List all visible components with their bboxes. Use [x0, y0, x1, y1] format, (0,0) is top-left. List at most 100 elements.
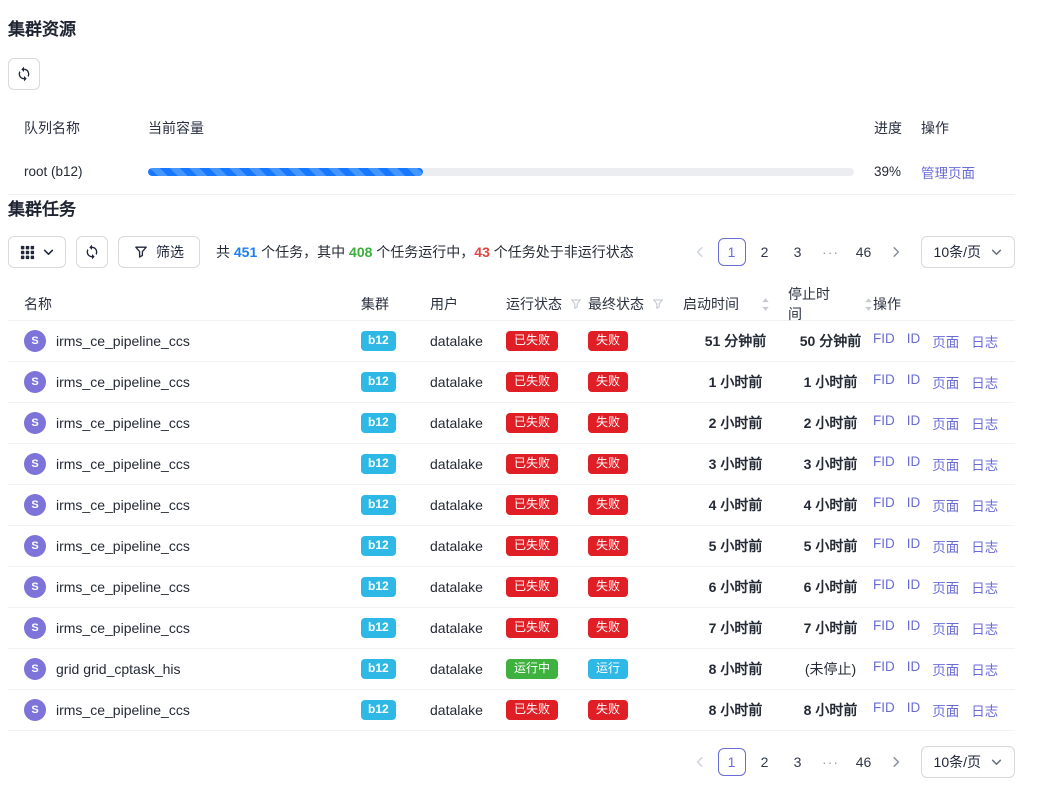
action-links: FID ID 页面日志 — [873, 331, 1015, 351]
action-link-0[interactable]: FID — [873, 495, 895, 515]
task-row: S irms_ce_pipeline_ccs b12 datalake 已失败 … — [8, 444, 1015, 485]
col-run-status: 运行状态 — [506, 294, 588, 314]
action-link-0[interactable]: FID — [873, 372, 895, 392]
run-status-badge: 已失败 — [506, 577, 558, 597]
action-link-3[interactable]: 日志 — [971, 372, 998, 392]
action-link-3[interactable]: 日志 — [971, 577, 998, 597]
action-link-0[interactable]: FID — [873, 331, 895, 351]
action-link-1[interactable]: ID — [907, 618, 921, 638]
resources-refresh-button[interactable] — [8, 58, 40, 90]
resources-table-header: 队列名称 当前容量 进度 操作 — [8, 107, 1015, 149]
pagination-page-2[interactable]: 2 — [751, 238, 779, 266]
start-time: 4 小时前 — [683, 495, 788, 515]
page-size-select-bottom[interactable]: 10条/页 — [921, 746, 1015, 778]
pagination-page-2[interactable]: 2 — [751, 748, 779, 776]
run-status-filter-icon[interactable] — [570, 298, 582, 310]
run-status-badge: 已失败 — [506, 618, 558, 638]
action-link-3[interactable]: 日志 — [971, 495, 998, 515]
final-status-filter-icon[interactable] — [652, 298, 664, 310]
action-link-1[interactable]: ID — [907, 700, 921, 720]
pagination-page-3[interactable]: 3 — [784, 748, 812, 776]
action-link-3[interactable]: 日志 — [971, 618, 998, 638]
action-link-3[interactable]: 日志 — [971, 413, 998, 433]
action-link-2[interactable]: 页面 — [932, 577, 959, 597]
start-time: 5 小时前 — [683, 536, 788, 556]
action-link-1[interactable]: ID — [907, 536, 921, 556]
action-link-1[interactable]: ID — [907, 331, 921, 351]
action-link-1[interactable]: ID — [907, 659, 921, 679]
resource-row: root (b12) 39% 管理页面 — [8, 149, 1015, 195]
col-start-time: 启动时间 — [683, 294, 788, 314]
col-final-status: 最终状态 — [588, 294, 683, 314]
toolbar-right: 123···46 10条/页 — [687, 236, 1015, 268]
name-cell: S irms_ce_pipeline_ccs — [24, 412, 361, 434]
pagination-page-1[interactable]: 1 — [718, 238, 746, 266]
final-status-badge: 失败 — [588, 495, 628, 515]
stop-time-sort-icon[interactable] — [864, 298, 873, 311]
action-link-3[interactable]: 日志 — [971, 700, 998, 720]
action-link-2[interactable]: 页面 — [932, 454, 959, 474]
action-link-3[interactable]: 日志 — [971, 454, 998, 474]
action-link-0[interactable]: FID — [873, 536, 895, 556]
run-status-badge: 已失败 — [506, 700, 558, 720]
filter-button-label: 筛选 — [156, 242, 184, 262]
pagination-page-46[interactable]: 46 — [850, 748, 878, 776]
start-time-sort-icon[interactable] — [761, 298, 770, 311]
action-link-2[interactable]: 页面 — [932, 659, 959, 679]
action-link-2[interactable]: 页面 — [932, 618, 959, 638]
pagination-next-button[interactable] — [883, 238, 909, 266]
chevron-down-icon — [991, 247, 1002, 258]
task-user: datalake — [430, 456, 506, 472]
action-link-1[interactable]: ID — [907, 372, 921, 392]
view-switcher-button[interactable] — [8, 236, 66, 268]
col-action: 操作 — [921, 118, 1015, 138]
task-row: S irms_ce_pipeline_ccs b12 datalake 已失败 … — [8, 362, 1015, 403]
action-link-0[interactable]: FID — [873, 618, 895, 638]
task-row: S irms_ce_pipeline_ccs b12 datalake 已失败 … — [8, 567, 1015, 608]
action-link-2[interactable]: 页面 — [932, 331, 959, 351]
action-link-3[interactable]: 日志 — [971, 659, 998, 679]
filter-button[interactable]: 筛选 — [118, 236, 200, 268]
action-link-2[interactable]: 页面 — [932, 536, 959, 556]
page: 集群资源 队列名称 当前容量 进度 操作 root (b12) 39% 管理页面… — [0, 0, 1023, 792]
action-link-2[interactable]: 页面 — [932, 495, 959, 515]
page-size-label: 10条/页 — [934, 242, 981, 262]
chevron-down-icon — [43, 247, 54, 258]
pagination-page-46[interactable]: 46 — [850, 238, 878, 266]
action-link-3[interactable]: 日志 — [971, 331, 998, 351]
page-size-select[interactable]: 10条/页 — [921, 236, 1015, 268]
pagination-page-1[interactable]: 1 — [718, 748, 746, 776]
action-link-1[interactable]: ID — [907, 577, 921, 597]
col-stop-time: 停止时间 — [788, 284, 873, 324]
task-avatar: S — [24, 371, 46, 393]
manage-page-link[interactable]: 管理页面 — [921, 166, 975, 181]
action-link-2[interactable]: 页面 — [932, 413, 959, 433]
tasks-refresh-button[interactable] — [76, 236, 108, 268]
action-link-2[interactable]: 页面 — [932, 700, 959, 720]
pagination-next-button[interactable] — [883, 748, 909, 776]
action-link-0[interactable]: FID — [873, 413, 895, 433]
pagination-ellipsis[interactable]: ··· — [817, 748, 845, 776]
pagination-page-3[interactable]: 3 — [784, 238, 812, 266]
stop-time: 50 分钟前 — [788, 331, 873, 351]
action-link-1[interactable]: ID — [907, 413, 921, 433]
cluster-badge: b12 — [361, 495, 396, 515]
pagination-prev-button[interactable] — [687, 238, 713, 266]
action-link-2[interactable]: 页面 — [932, 372, 959, 392]
task-avatar: S — [24, 453, 46, 475]
task-name: irms_ce_pipeline_ccs — [56, 456, 190, 472]
pagination-prev-button[interactable] — [687, 748, 713, 776]
action-link-0[interactable]: FID — [873, 659, 895, 679]
pagination-ellipsis[interactable]: ··· — [817, 238, 845, 266]
cluster-badge: b12 — [361, 536, 396, 556]
action-link-3[interactable]: 日志 — [971, 536, 998, 556]
action-link-1[interactable]: ID — [907, 454, 921, 474]
action-link-0[interactable]: FID — [873, 454, 895, 474]
action-link-0[interactable]: FID — [873, 700, 895, 720]
run-status-badge: 已失败 — [506, 372, 558, 392]
cluster-badge: b12 — [361, 700, 396, 720]
action-link-0[interactable]: FID — [873, 577, 895, 597]
action-link-1[interactable]: ID — [907, 495, 921, 515]
final-status-badge: 失败 — [588, 536, 628, 556]
task-name: grid grid_cptask_his — [56, 661, 181, 677]
